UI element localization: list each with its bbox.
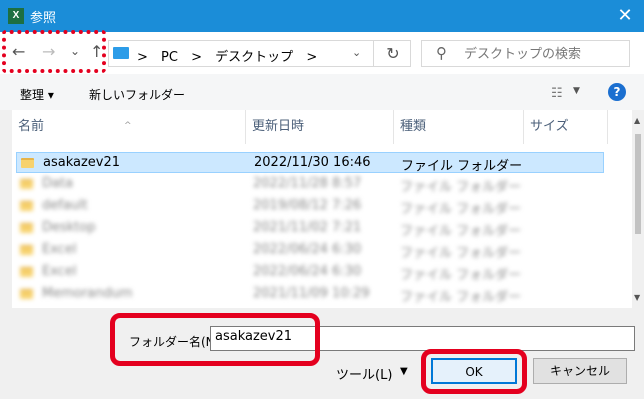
cancel-button[interactable]: キャンセル <box>533 358 627 384</box>
command-bar: 整理 ▾ 新しいフォルダー ☷ ▼ ? <box>0 74 644 110</box>
folder-icon <box>20 289 33 299</box>
column-type[interactable]: 種類 <box>394 110 524 144</box>
file-name: Memorandum <box>42 286 133 301</box>
folder-icon <box>20 179 33 189</box>
file-row[interactable]: Excel 2022/06/24 6:30 ファイル フォルダー <box>16 262 604 283</box>
file-name: Data <box>42 176 74 191</box>
folder-icon <box>20 223 33 233</box>
breadcrumb-separator[interactable]: > <box>191 50 202 65</box>
search-icon: ⚲ <box>436 44 447 62</box>
scroll-thumb[interactable] <box>635 134 641 234</box>
file-date: 2022/06/24 6:30 <box>253 242 362 257</box>
title-bar: X 参照 ✕ <box>0 0 644 32</box>
file-name: asakazev21 <box>43 155 121 170</box>
view-dropdown-icon[interactable]: ▼ <box>573 86 580 96</box>
breadcrumb-desktop[interactable]: デスクトップ <box>215 50 293 65</box>
excel-icon: X <box>8 8 24 24</box>
file-list: 名前 ^ 更新日時 種類 サイズ asakazev21 2022/11/30 1… <box>12 110 644 308</box>
file-name: Excel <box>42 264 77 279</box>
file-date: 2022/11/30 16:46 <box>254 155 371 170</box>
breadcrumb-separator: > <box>137 50 148 65</box>
file-date: 2022/11/28 8:57 <box>253 176 362 191</box>
scroll-up-icon[interactable]: ▲ <box>634 116 640 125</box>
breadcrumb: > PC > デスクトップ > <box>137 46 326 65</box>
column-name[interactable]: 名前 ^ <box>12 110 246 144</box>
column-date[interactable]: 更新日時 <box>246 110 394 144</box>
folder-name-highlight <box>110 313 320 366</box>
file-type: ファイル フォルダー <box>400 202 522 217</box>
file-date: 2022/06/24 6:30 <box>253 264 362 279</box>
refresh-icon[interactable]: ↻ <box>373 41 412 66</box>
file-type: ファイル フォルダー <box>400 290 522 305</box>
file-row-selected[interactable]: asakazev21 2022/11/30 16:46 ファイル フォルダー <box>16 152 604 174</box>
dialog-footer: フォルダー名(N): asakazev21 ツール(L) ▼ OK キャンセル <box>0 308 644 399</box>
folder-icon <box>20 245 33 255</box>
vertical-scrollbar[interactable]: ▲ ▼ <box>632 110 644 308</box>
scroll-down-icon[interactable]: ▼ <box>634 293 640 302</box>
search-box[interactable]: ⚲ <box>421 40 630 67</box>
tools-button[interactable]: ツール(L) <box>336 364 392 383</box>
file-type: ファイル フォルダー <box>400 246 522 261</box>
tools-dropdown-icon[interactable]: ▼ <box>400 366 408 377</box>
new-folder-button[interactable]: 新しいフォルダー <box>89 86 185 103</box>
column-size[interactable]: サイズ <box>524 110 608 144</box>
file-name: default <box>42 198 88 213</box>
pc-icon <box>113 47 129 59</box>
file-type: ファイル フォルダー <box>400 268 522 283</box>
file-row[interactable]: Desktop 2021/11/02 7:21 ファイル フォルダー <box>16 218 604 239</box>
file-row[interactable]: Data 2022/11/28 8:57 ファイル フォルダー <box>16 174 604 195</box>
file-type: ファイル フォルダー <box>400 224 522 239</box>
file-date: 2019/08/12 7:26 <box>253 198 362 213</box>
close-button[interactable]: ✕ <box>612 4 638 28</box>
folder-icon <box>20 201 33 211</box>
folder-icon <box>20 267 33 277</box>
window-title: 参照 <box>30 11 57 26</box>
file-name: Desktop <box>42 220 96 235</box>
sort-arrow-icon: ^ <box>124 121 132 131</box>
file-row[interactable]: default 2019/08/12 7:26 ファイル フォルダー <box>16 196 604 217</box>
file-date: 2021/11/09 10:29 <box>253 286 370 301</box>
breadcrumb-pc[interactable]: PC <box>161 50 178 65</box>
organize-button[interactable]: 整理 ▾ <box>20 86 54 103</box>
nav-buttons-highlight <box>2 30 106 73</box>
view-options-icon[interactable]: ☷ <box>551 86 563 101</box>
breadcrumb-separator[interactable]: > <box>306 50 317 65</box>
address-bar[interactable]: > PC > デスクトップ > ⌄ ↻ <box>108 40 411 67</box>
file-date: 2021/11/02 7:21 <box>253 220 362 235</box>
folder-icon <box>21 158 34 168</box>
file-row[interactable]: Excel 2022/06/24 6:30 ファイル フォルダー <box>16 240 604 261</box>
file-type: ファイル フォルダー <box>400 180 522 195</box>
ok-button-highlight <box>421 349 527 394</box>
column-header: 名前 ^ 更新日時 種類 サイズ <box>12 110 628 144</box>
file-type: ファイル フォルダー <box>401 159 523 174</box>
help-icon[interactable]: ? <box>608 83 626 101</box>
address-dropdown-icon[interactable]: ⌄ <box>352 46 361 59</box>
file-row[interactable]: Memorandum 2021/11/09 10:29 ファイル フォルダー <box>16 284 604 305</box>
search-input[interactable] <box>462 44 626 65</box>
file-name: Excel <box>42 242 77 257</box>
